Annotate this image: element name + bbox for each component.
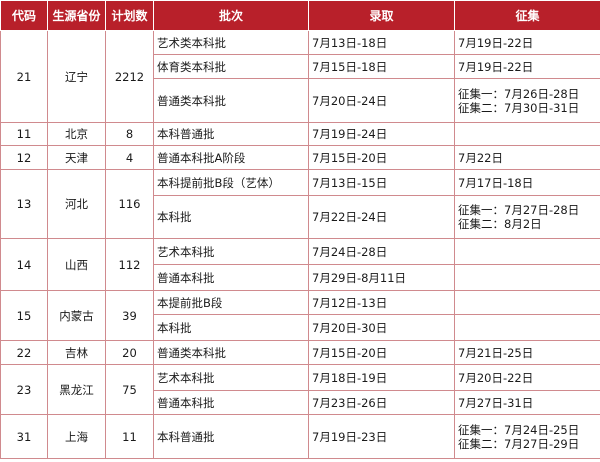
batch-cell: 本科提前批B段（艺体） (153, 169, 309, 196)
header-supplementary: 征集 (454, 0, 600, 31)
plan-count: 20 (105, 340, 154, 365)
header-row: 代码 生源省份 计划数 批次 录取 征集 (0, 0, 600, 31)
province-code: 22 (0, 340, 48, 365)
table-body: 21 辽宁 2212 艺术类本科批 7月13日-18日 7月19日-22日 体育… (0, 30, 600, 459)
province-name: 河北 (47, 169, 106, 239)
supplementary-cell (454, 264, 600, 291)
province-name: 山西 (47, 238, 106, 291)
supplementary-cell (454, 290, 600, 315)
province-name: 吉林 (47, 340, 106, 365)
batch-cell: 普通本科批 (153, 390, 309, 415)
table-row: 31 上海 11 本科普通批 7月19日-23日 征集一：7月24日-25日 征… (0, 414, 600, 459)
table-row: 14 山西 112 艺术本科批 7月24日-28日 (0, 238, 600, 291)
plan-count: 39 (105, 290, 154, 341)
province-code: 14 (0, 238, 48, 291)
province-name: 天津 (47, 145, 106, 170)
admission-cell: 7月23日-26日 (308, 390, 455, 415)
province-code: 23 (0, 364, 48, 415)
supplementary-line: 征集一：7月26日-28日 (458, 86, 580, 101)
supplementary-cell: 7月22日 (454, 145, 600, 170)
supplementary-cell: 7月27日-31日 (454, 390, 600, 415)
admission-cell: 7月29日-8月11日 (308, 264, 455, 291)
table-row: 11 北京 8 本科普通批 7月19日-24日 (0, 122, 600, 146)
plan-count: 4 (105, 145, 154, 170)
batch-cell: 艺术本科批 (153, 364, 309, 391)
province-code: 21 (0, 30, 48, 123)
supplementary-line: 征集一：7月24日-25日 (458, 422, 580, 437)
admission-cell: 7月13日-18日 (308, 30, 455, 55)
plan-count: 8 (105, 122, 154, 146)
header-batch: 批次 (153, 0, 309, 31)
header-admission: 录取 (308, 0, 455, 31)
admission-cell: 7月15日-20日 (308, 145, 455, 170)
batch-cell: 艺术本科批 (153, 238, 309, 265)
admission-cell: 7月15日-20日 (308, 340, 455, 365)
plan-count: 2212 (105, 30, 154, 123)
supplementary-line: 征集二：7月30日-31日 (458, 100, 580, 115)
supplementary-cell: 征集一：7月26日-28日 征集二：7月30日-31日 (454, 78, 600, 123)
batch-cell: 体育类本科批 (153, 54, 309, 79)
admission-cell: 7月20日-24日 (308, 78, 455, 123)
admission-cell: 7月24日-28日 (308, 238, 455, 265)
supplementary-cell: 7月20日-22日 (454, 364, 600, 391)
supplementary-line: 征集一：7月27日-28日 (458, 203, 580, 217)
province-code: 13 (0, 169, 48, 239)
batch-cell: 本提前批B段 (153, 290, 309, 315)
admission-cell: 7月12日-13日 (308, 290, 455, 315)
header-code: 代码 (0, 0, 48, 31)
table-row: 13 河北 116 本科提前批B段（艺体） 7月13日-15日 7月17日-18… (0, 169, 600, 239)
batch-cell: 普通类本科批 (153, 78, 309, 123)
admission-cell: 7月13日-15日 (308, 169, 455, 196)
supplementary-cell: 7月17日-18日 (454, 169, 600, 196)
batch-cell: 普通本科批 (153, 264, 309, 291)
admission-cell: 7月22日-24日 (308, 195, 455, 239)
supplementary-cell: 7月21日-25日 (454, 340, 600, 365)
table-row: 22 吉林 20 普通类本科批 7月15日-20日 7月21日-25日 (0, 340, 600, 365)
supplementary-cell (454, 314, 600, 341)
batch-cell: 本科普通批 (153, 122, 309, 146)
header-province: 生源省份 (47, 0, 106, 31)
admission-cell: 7月20日-30日 (308, 314, 455, 341)
batch-cell: 普通类本科批 (153, 340, 309, 365)
table-row: 12 天津 4 普通本科批A阶段 7月15日-20日 7月22日 (0, 145, 600, 170)
province-name: 北京 (47, 122, 106, 146)
supplementary-cell: 7月19日-22日 (454, 54, 600, 79)
supplementary-line: 征集二：7月27日-29日 (458, 436, 580, 451)
table-row: 15 内蒙古 39 本提前批B段 7月12日-13日 (0, 290, 600, 341)
province-name: 内蒙古 (47, 290, 106, 341)
admission-cell: 7月18日-19日 (308, 364, 455, 391)
batch-cell: 艺术类本科批 (153, 30, 309, 55)
province-code: 11 (0, 122, 48, 146)
supplementary-line: 征集二：8月2日 (458, 217, 542, 231)
supplementary-cell: 征集一：7月27日-28日 征集二：8月2日 (454, 195, 600, 239)
province-code: 15 (0, 290, 48, 341)
supplementary-cell: 征集一：7月24日-25日 征集二：7月27日-29日 (454, 414, 600, 459)
admission-cell: 7月19日-23日 (308, 414, 455, 459)
plan-count: 112 (105, 238, 154, 291)
supplementary-cell (454, 122, 600, 146)
supplementary-cell: 7月19日-22日 (454, 30, 600, 55)
header-plan: 计划数 (105, 0, 154, 31)
batch-cell: 本科批 (153, 314, 309, 341)
table-row: 21 辽宁 2212 艺术类本科批 7月13日-18日 7月19日-22日 (0, 30, 600, 123)
plan-count: 116 (105, 169, 154, 239)
batch-cell: 本科普通批 (153, 414, 309, 459)
table-header: 代码 生源省份 计划数 批次 录取 征集 (0, 0, 600, 31)
admission-cell: 7月15日-18日 (308, 54, 455, 79)
province-name: 辽宁 (47, 30, 106, 123)
province-code: 12 (0, 145, 48, 170)
plan-count: 75 (105, 364, 154, 415)
batch-cell: 普通本科批A阶段 (153, 145, 309, 170)
admission-schedule-table: 代码 生源省份 计划数 批次 录取 征集 21 辽宁 2212 艺术类本科批 7… (0, 0, 600, 459)
table-row: 23 黑龙江 75 艺术本科批 7月18日-19日 7月20日-22日 (0, 364, 600, 415)
province-code: 31 (0, 414, 48, 459)
supplementary-cell (454, 238, 600, 265)
batch-cell: 本科批 (153, 195, 309, 239)
plan-count: 11 (105, 414, 154, 459)
province-name: 上海 (47, 414, 106, 459)
admission-cell: 7月19日-24日 (308, 122, 455, 146)
province-name: 黑龙江 (47, 364, 106, 415)
